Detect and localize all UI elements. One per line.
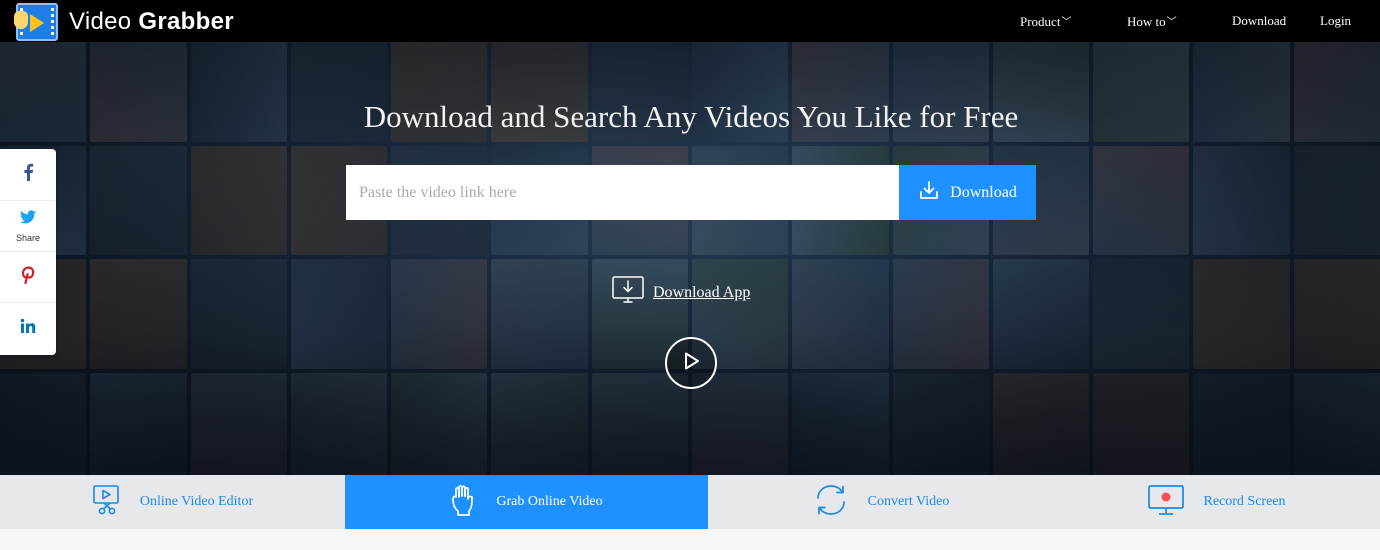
download-app-label: Download App <box>653 283 751 301</box>
tab-grab-online-video[interactable]: Grab Online Video <box>345 475 708 529</box>
grab-hand-icon <box>450 483 478 522</box>
play-icon <box>680 350 702 377</box>
hero-headline: Download and Search Any Videos You Like … <box>363 99 1019 134</box>
download-button[interactable]: Download <box>899 165 1036 220</box>
video-link-input[interactable] <box>346 165 899 220</box>
nav-item-how-to[interactable]: How to﹀ <box>1127 13 1177 30</box>
download-app-link[interactable]: Download App <box>612 276 750 309</box>
play-video-button[interactable] <box>665 337 717 389</box>
nav-item-login[interactable]: Login <box>1320 13 1351 29</box>
share-pinterest[interactable] <box>0 251 56 302</box>
record-screen-icon <box>1147 484 1185 521</box>
brand-logo[interactable]: Video Grabber <box>14 3 234 41</box>
brand-name: Video Grabber <box>69 8 234 36</box>
share-twitter[interactable]: Share <box>0 200 56 251</box>
share-facebook[interactable] <box>0 149 56 200</box>
nav-item-label: Product <box>1020 14 1061 29</box>
brand-name-bold: Grabber <box>138 8 234 35</box>
social-share-sidebar: Share <box>0 149 56 355</box>
page-content-area <box>0 529 1380 550</box>
tab-convert-video[interactable]: Convert Video <box>708 475 1053 529</box>
nav-item-label: How to <box>1127 14 1166 29</box>
share-label: Share <box>15 232 41 243</box>
tab-label: Record Screen <box>1203 494 1286 509</box>
tab-label: Convert Video <box>867 494 950 509</box>
pinterest-icon <box>21 265 35 289</box>
twitter-icon <box>20 209 36 229</box>
nav-item-label: Download <box>1232 13 1287 28</box>
tab-label: Grab Online Video <box>496 494 603 509</box>
convert-icon <box>812 483 850 522</box>
linkedin-icon <box>20 318 36 339</box>
nav-item-product[interactable]: Product﹀ <box>1020 13 1071 30</box>
video-link-form: Download <box>346 165 1036 220</box>
desktop-download-icon <box>612 276 644 309</box>
chevron-down-icon: ﹀ <box>1166 17 1177 28</box>
nav-item-download[interactable]: Download <box>1232 13 1286 29</box>
nav-item-label: Login <box>1320 13 1352 28</box>
video-editor-icon <box>92 484 122 521</box>
feature-tabs: Online Video Editor Grab Online Video Co… <box>0 475 1380 529</box>
facebook-icon <box>22 163 34 186</box>
hero-overlay <box>0 0 1380 475</box>
top-navigation-bar: Video Grabber Product﹀ How to﹀ Download … <box>0 0 1380 42</box>
video-grabber-logo-icon <box>14 3 58 41</box>
share-linkedin[interactable] <box>0 302 56 353</box>
tab-record-screen[interactable]: Record Screen <box>1053 475 1380 529</box>
download-button-label: Download <box>950 183 1017 201</box>
tab-online-video-editor[interactable]: Online Video Editor <box>0 475 345 529</box>
brand-name-light: Video <box>69 8 139 35</box>
download-icon <box>918 179 940 206</box>
tab-label: Online Video Editor <box>139 494 254 509</box>
hero-banner <box>0 0 1380 475</box>
chevron-down-icon: ﹀ <box>1061 17 1072 28</box>
